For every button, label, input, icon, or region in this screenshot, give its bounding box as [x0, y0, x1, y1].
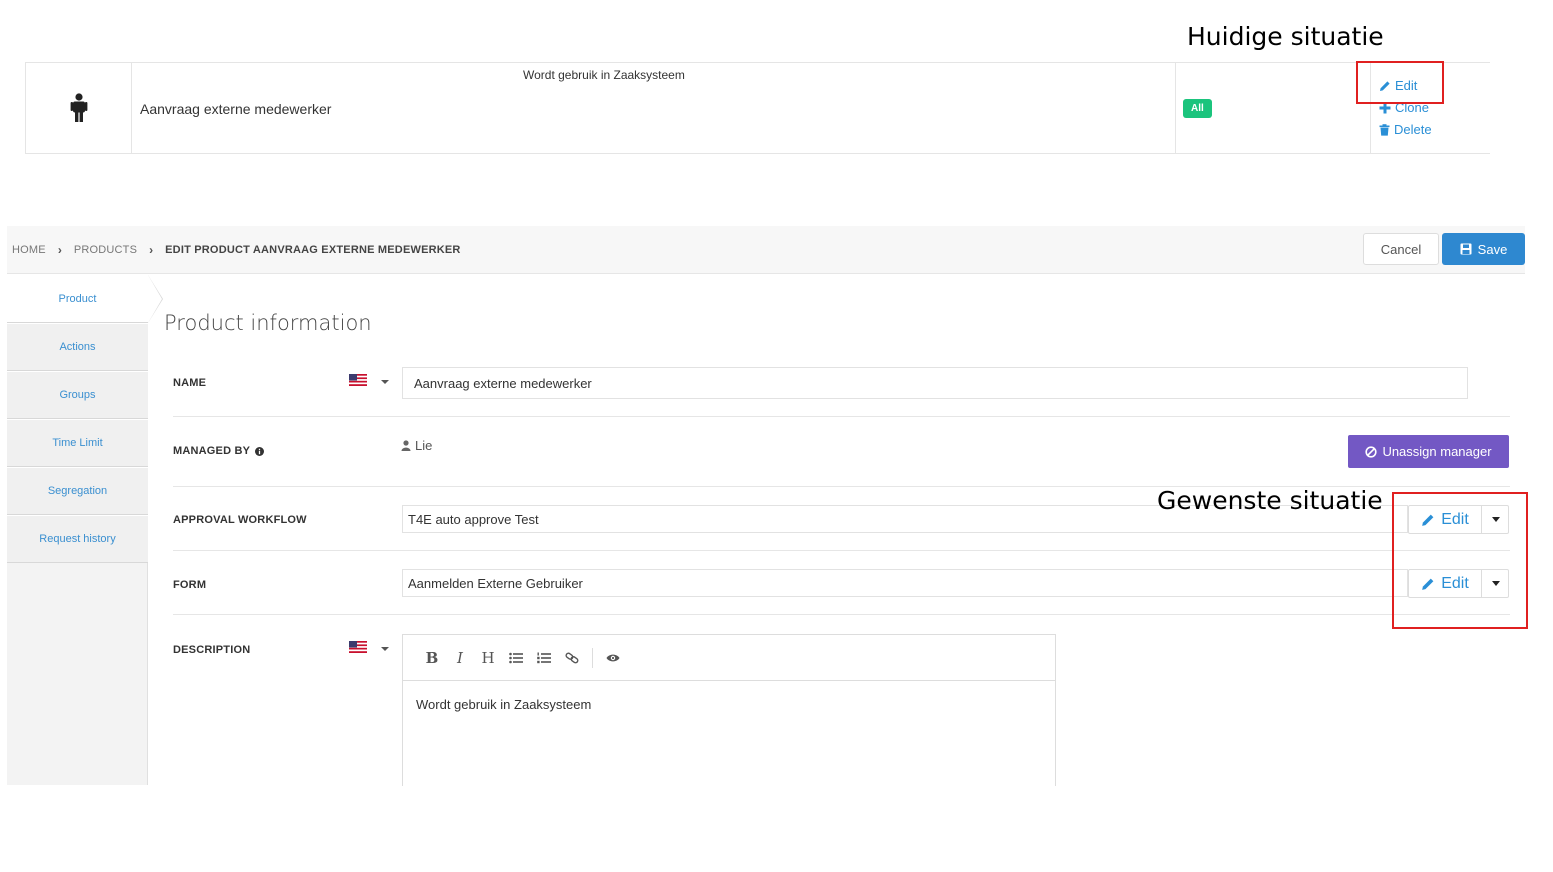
sidebar-item-request-history[interactable]: Request history [7, 515, 148, 563]
breadcrumb-current: EDIT PRODUCT AANVRAAG EXTERNE MEDEWERKER [165, 244, 461, 256]
annotation-desired-situation: Gewenste situatie [1157, 486, 1383, 515]
managed-by-label: MANAGED BY [173, 445, 265, 457]
us-flag-icon[interactable] [349, 641, 367, 653]
heading-button[interactable]: H [474, 646, 502, 670]
sidebar-item-product[interactable]: Product [7, 275, 148, 323]
divider [173, 614, 1510, 615]
scope-badge: All [1183, 99, 1212, 118]
sidebar-item-label: Request history [39, 533, 116, 545]
breadcrumb: HOME › PRODUCTS › EDIT PRODUCT AANVRAAG … [12, 243, 461, 257]
icon-cell [25, 63, 131, 153]
manager-name: Lie [415, 438, 433, 453]
chevron-right-icon: › [57, 243, 62, 257]
preview-button[interactable] [599, 646, 627, 670]
sidebar-item-actions[interactable]: Actions [7, 323, 148, 371]
user-icon [401, 440, 411, 451]
unassign-manager-label: Unassign manager [1382, 444, 1492, 459]
annotation-box-desired [1392, 492, 1528, 629]
numbered-list-icon [537, 652, 551, 663]
product-name: Aanvraag externe medewerker [140, 101, 332, 117]
link-icon [565, 652, 579, 663]
language-caret-icon[interactable] [381, 647, 389, 651]
sidebar-item-label: Actions [59, 341, 96, 353]
sidebar: Product Actions Groups Time Limit Segreg… [7, 275, 163, 785]
divider [173, 550, 1510, 551]
sidebar-item-segregation[interactable]: Segregation [7, 467, 148, 515]
annotation-current-situation: Huidige situatie [1187, 22, 1384, 51]
ban-icon [1365, 445, 1378, 458]
eye-icon [606, 654, 620, 661]
approval-workflow-label: APPROVAL WORKFLOW [173, 514, 307, 526]
product-list-row: Wordt gebruik in Zaaksysteem Aanvraag ex… [25, 62, 1490, 154]
save-button[interactable]: Save [1442, 233, 1525, 265]
link-button[interactable] [558, 646, 586, 670]
info-icon [255, 446, 265, 456]
bold-button[interactable]: B [418, 646, 446, 670]
section-title: Product information [164, 311, 372, 335]
name-input[interactable]: Aanvraag externe medewerker [402, 367, 1468, 399]
name-label: NAME [173, 377, 207, 389]
sidebar-item-time-limit[interactable]: Time Limit [7, 419, 148, 467]
floppy-disk-icon [1460, 243, 1472, 255]
row-delete-link[interactable]: Delete [1379, 122, 1432, 137]
managed-by-label-text: MANAGED BY [173, 445, 251, 457]
divider [173, 416, 1510, 417]
active-tab-pointer [148, 275, 162, 323]
description-editor: B I H Wordt gebruik in Zaaksysteem [402, 634, 1056, 786]
sidebar-item-label: Product [58, 293, 97, 305]
bullet-list-button[interactable] [502, 646, 530, 670]
form-label: FORM [173, 579, 207, 591]
us-flag-icon[interactable] [349, 374, 367, 386]
bullet-list-icon [509, 652, 523, 663]
toolbar-separator [592, 647, 593, 668]
sidebar-item-label: Time Limit [52, 437, 103, 449]
breadcrumb-products[interactable]: PRODUCTS [74, 244, 137, 256]
product-description: Wordt gebruik in Zaaksysteem [523, 68, 685, 82]
description-label: DESCRIPTION [173, 644, 251, 656]
form-select[interactable]: Aanmelden Externe Gebruiker [402, 569, 1408, 597]
person-icon [70, 93, 88, 122]
sidebar-item-groups[interactable]: Groups [7, 371, 148, 419]
cancel-button[interactable]: Cancel [1363, 233, 1439, 265]
save-label: Save [1477, 241, 1508, 257]
numbered-list-button[interactable] [530, 646, 558, 670]
unassign-manager-button[interactable]: Unassign manager [1348, 435, 1509, 468]
language-caret-icon[interactable] [381, 380, 389, 384]
trash-icon [1379, 123, 1390, 136]
manager-value: Lie [401, 438, 432, 453]
blank-area [0, 786, 1553, 872]
row-delete-label: Delete [1394, 122, 1432, 137]
italic-button[interactable]: I [446, 646, 474, 670]
editor-toolbar: B I H [403, 635, 1055, 681]
annotation-box-current [1356, 61, 1444, 104]
chevron-right-icon: › [149, 243, 154, 257]
description-text[interactable]: Wordt gebruik in Zaaksysteem [416, 697, 591, 712]
page-header-bar: HOME › PRODUCTS › EDIT PRODUCT AANVRAAG … [7, 226, 1525, 274]
sidebar-item-label: Groups [59, 389, 96, 401]
breadcrumb-home[interactable]: HOME [12, 244, 46, 256]
sidebar-item-label: Segregation [47, 485, 108, 497]
